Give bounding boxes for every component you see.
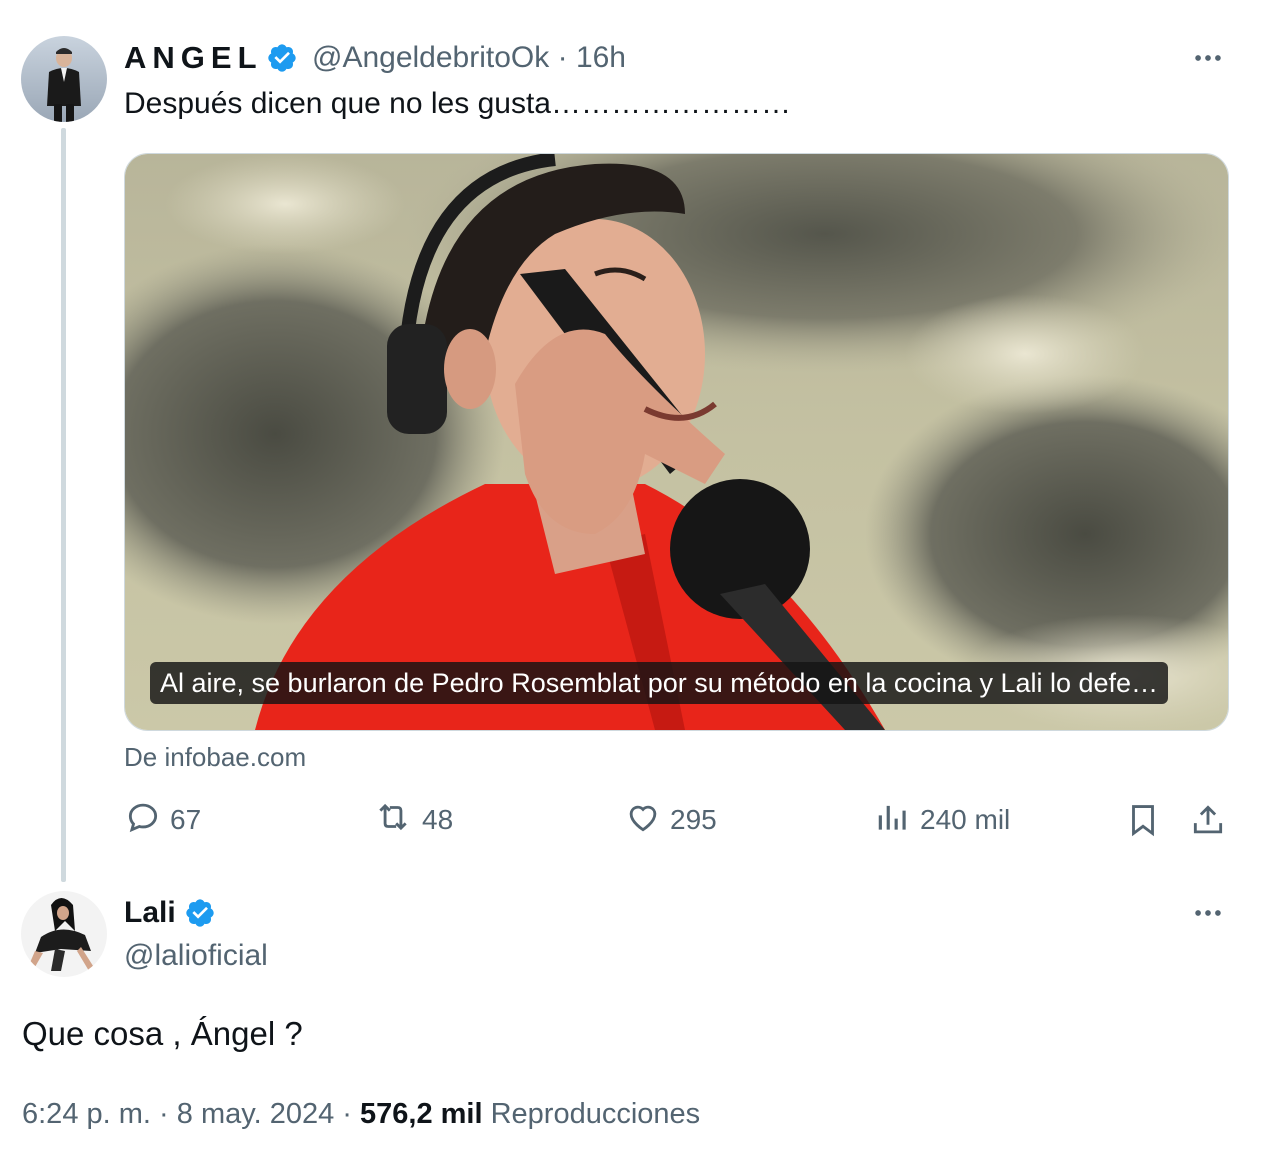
media-source[interactable]: De infobae.com <box>124 740 306 774</box>
media-caption: Al aire, se burlaron de Pedro Rosemblat … <box>150 662 1169 704</box>
repost-count: 48 <box>422 804 454 835</box>
avatar-lali[interactable] <box>21 891 107 977</box>
author-handle[interactable]: @AngeldebritoOk <box>312 41 549 74</box>
separator-dot: · <box>342 1098 352 1130</box>
reply-count: 67 <box>170 804 202 835</box>
media-card[interactable] <box>124 153 1229 731</box>
more-icon[interactable] <box>1188 38 1228 78</box>
tweet-time[interactable]: 6:24 p. m. <box>22 1098 151 1130</box>
author-handle[interactable]: @lalioficial <box>124 936 268 976</box>
separator-dot: · <box>159 1098 169 1130</box>
separator-dot: · <box>557 41 568 74</box>
avatar-angel[interactable] <box>21 36 107 122</box>
tweet-date[interactable]: 8 may. 2024 <box>177 1098 334 1130</box>
author-name[interactable]: ANGEL <box>124 38 263 78</box>
views-button[interactable]: 240 mil <box>874 798 1010 842</box>
tweet-text: Que cosa , Ángel ? <box>22 1015 303 1052</box>
author-handle-time[interactable]: @AngeldebritoOk · 16h <box>312 38 626 78</box>
views-count: 576,2 mil <box>360 1098 483 1130</box>
tweet-time[interactable]: 16h <box>576 41 626 74</box>
repost-button[interactable]: 48 <box>372 798 453 842</box>
author-name[interactable]: Lali <box>124 893 176 933</box>
views-count: 240 mil <box>920 804 1011 835</box>
like-icon <box>624 798 670 843</box>
tweet-meta: 6:24 p. m. · 8 may. 2024 · 576,2 mil Rep… <box>22 1094 700 1134</box>
verified-badge-icon <box>184 897 216 929</box>
reply-icon <box>124 798 170 843</box>
like-button[interactable]: 295 <box>624 798 717 842</box>
repost-icon <box>372 798 422 843</box>
bookmark-icon[interactable] <box>1124 798 1170 842</box>
more-icon[interactable] <box>1188 893 1228 933</box>
views-icon <box>874 798 920 843</box>
verified-badge-icon <box>266 42 298 74</box>
thread-line <box>61 128 66 882</box>
views-label: Reproducciones <box>490 1098 701 1130</box>
share-icon[interactable] <box>1189 798 1235 842</box>
author-name-row[interactable]: Lali <box>124 893 216 933</box>
media-image <box>125 154 1228 730</box>
tweet-text: Después dicen que no les gusta…………………… <box>124 87 791 120</box>
like-count: 295 <box>670 804 717 835</box>
reply-button[interactable]: 67 <box>124 798 201 842</box>
